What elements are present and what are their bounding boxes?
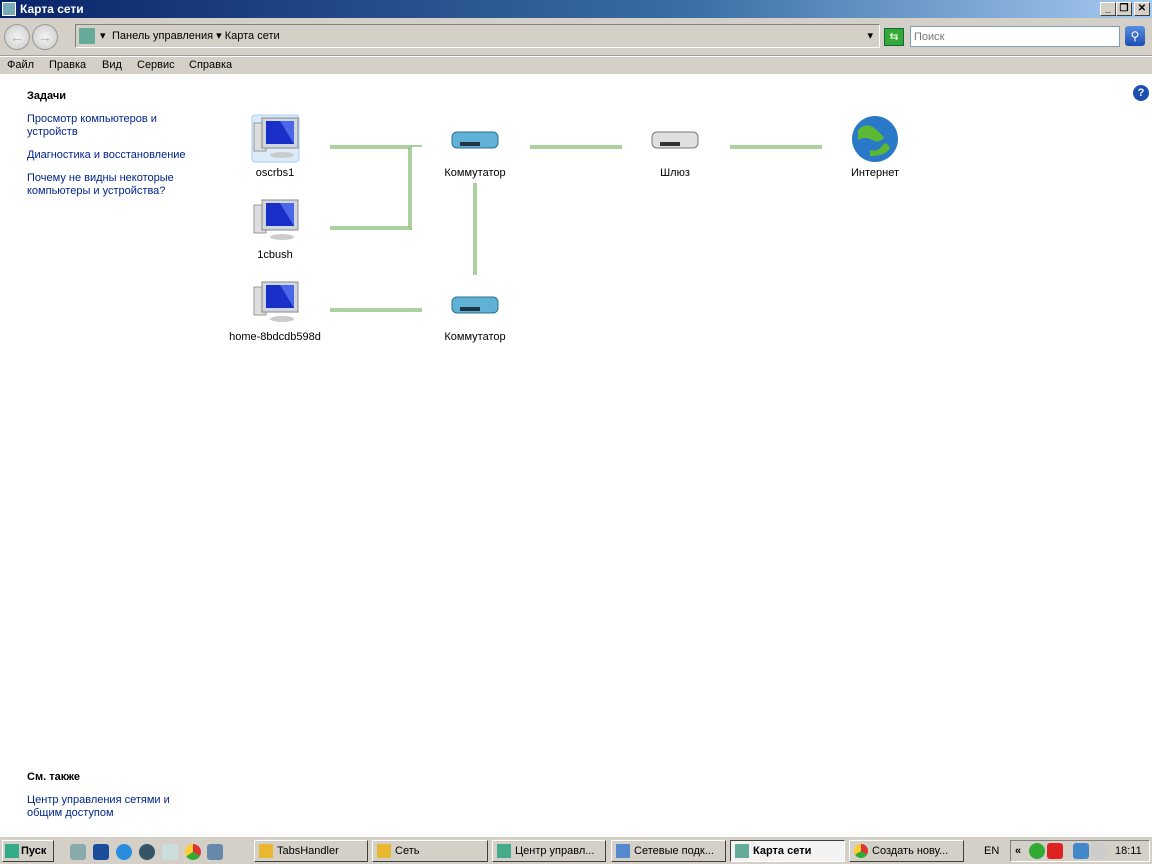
node-pc-1cbush[interactable]: 1cbush xyxy=(215,249,335,261)
show-hidden-icons[interactable]: « xyxy=(1015,841,1021,861)
taskbar-button-connections[interactable]: Сетевые подк... xyxy=(611,840,726,862)
taskbar-button-network-center[interactable]: Центр управл... xyxy=(492,840,606,862)
kaspersky-icon[interactable] xyxy=(1047,843,1063,859)
switch-icon xyxy=(451,296,499,314)
network-connections-icon xyxy=(616,844,630,858)
node-switch-1[interactable]: Коммутатор xyxy=(415,167,535,179)
quicklaunch-chrome-icon[interactable] xyxy=(185,844,201,860)
folder-icon xyxy=(259,844,273,858)
volume-muted-icon[interactable] xyxy=(1091,843,1107,859)
line-switch1-switch2 xyxy=(473,183,477,275)
network-map xyxy=(251,114,898,322)
line-gateway-internet xyxy=(730,145,822,149)
see-also-heading: См. также xyxy=(27,771,80,783)
windows-logo-icon xyxy=(5,844,19,858)
system-tray: « 18:11 xyxy=(1010,840,1150,862)
node-internet[interactable]: Интернет xyxy=(815,167,935,179)
gateway-icon xyxy=(651,131,699,149)
line-switch1-gateway xyxy=(530,145,622,149)
quicklaunch-virtualbox-icon[interactable] xyxy=(207,844,223,860)
line-pcs-switch1 xyxy=(330,145,422,230)
node-pc-home[interactable]: home-8bdcdb598d xyxy=(215,331,335,343)
link-network-center[interactable]: Центр управления сетями и общим доступом xyxy=(27,794,177,820)
taskbar: Пуск TabsHandler Сеть Центр управл... Се… xyxy=(0,836,1152,864)
chrome-icon xyxy=(854,844,868,858)
node-pc-oscrbs1[interactable]: oscrbs1 xyxy=(215,167,335,179)
connection-lines xyxy=(330,145,822,312)
switch-icon xyxy=(451,131,499,149)
utorrent-icon[interactable] xyxy=(1029,843,1045,859)
quicklaunch-ie-icon[interactable] xyxy=(116,844,132,860)
node-switch-2[interactable]: Коммутатор xyxy=(415,331,535,343)
quicklaunch-desktop-icon[interactable] xyxy=(93,844,109,860)
internet-globe-icon xyxy=(852,116,898,162)
quicklaunch-tool-icon[interactable] xyxy=(162,844,178,860)
start-button[interactable]: Пуск xyxy=(2,840,54,862)
network-status-icon[interactable] xyxy=(1073,843,1089,859)
taskbar-button-tabshandler[interactable]: TabsHandler xyxy=(254,840,368,862)
node-gateway[interactable]: Шлюз xyxy=(615,167,735,179)
taskbar-button-chrome[interactable]: Создать нову... xyxy=(849,840,964,862)
clock[interactable]: 18:11 xyxy=(1115,841,1142,861)
quicklaunch-thunderbird-icon[interactable] xyxy=(139,844,155,860)
taskbar-button-network[interactable]: Сеть xyxy=(372,840,488,862)
computer-icon xyxy=(253,281,299,322)
language-indicator[interactable]: EN xyxy=(984,845,999,857)
folder-icon xyxy=(377,844,391,858)
network-map-icon xyxy=(735,844,749,858)
network-icon xyxy=(497,844,511,858)
line-pc3-switch2 xyxy=(330,308,422,312)
computer-icon xyxy=(253,199,299,240)
taskbar-button-network-map[interactable]: Карта сети xyxy=(730,840,845,862)
quicklaunch-server-icon[interactable] xyxy=(70,844,86,860)
